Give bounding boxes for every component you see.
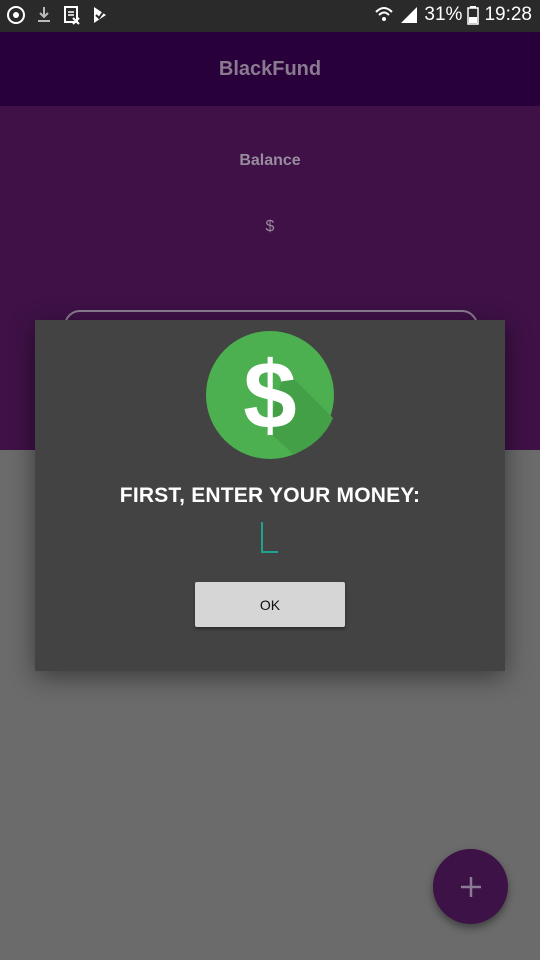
plus-icon [460,876,481,897]
enter-money-dialog: $ FIRST, ENTER YOUR MONEY: OK [35,320,505,671]
balance-label: Balance [239,152,301,169]
app-bar: BlackFund [0,32,540,106]
clock: 19:28 [484,4,532,25]
ok-button[interactable]: OK [195,582,345,627]
dialog-message: FIRST, ENTER YOUR MONEY: [119,484,421,507]
app-title: BlackFund [218,58,322,80]
eye-icon [7,6,25,24]
notification-icons [6,5,110,25]
battery-percent: 31% [424,4,463,25]
signal-icon [401,7,418,23]
balance-value: $ [265,218,275,235]
input-underline [261,551,278,553]
wifi-icon [375,7,394,21]
dollar-icon: $ [206,331,334,459]
battery-icon [467,6,480,25]
system-indicators: 31% 19:28 [374,4,532,26]
download-icon [38,7,50,22]
status-bar: 31% 19:28 [0,0,540,32]
text-cursor [261,522,263,552]
flag-check-icon [94,7,106,23]
money-input[interactable] [250,518,294,560]
add-fab-button[interactable] [433,849,508,924]
sheet-icon [64,6,80,25]
svg-text:$: $ [243,342,296,449]
